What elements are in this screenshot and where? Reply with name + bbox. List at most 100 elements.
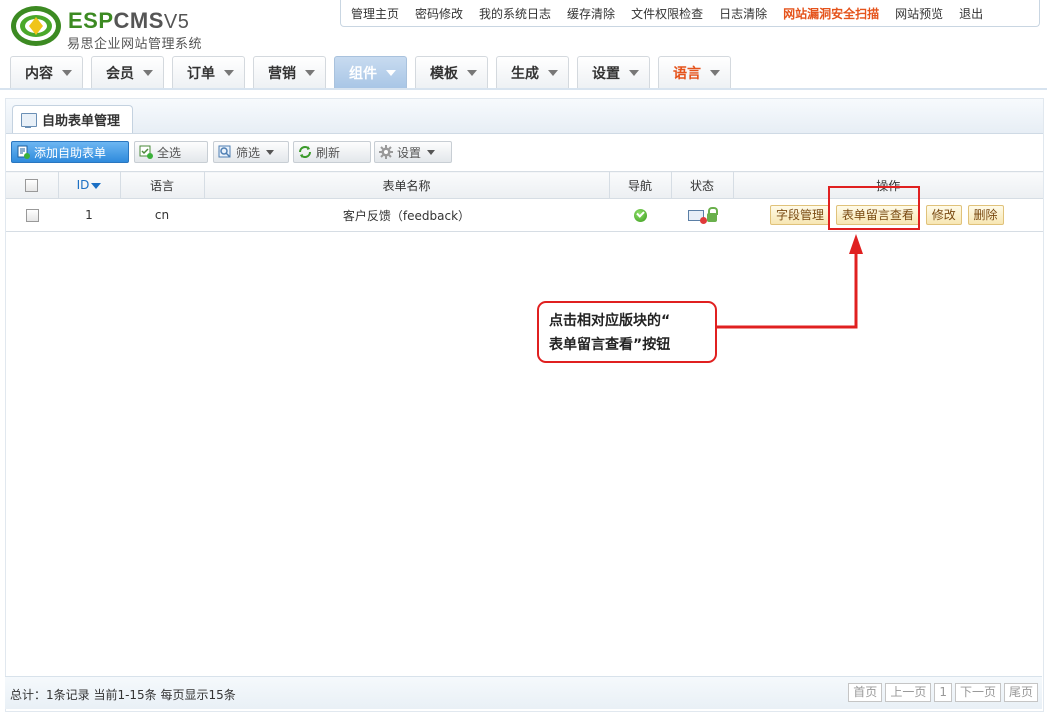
refresh-label: 刷新: [316, 145, 341, 160]
logo-brand-esp: ESP: [68, 8, 114, 33]
tab-label: 组件: [349, 65, 377, 82]
chevron-down-icon: [143, 69, 153, 76]
display-status-icon[interactable]: [687, 210, 707, 224]
settings-button[interactable]: 设置: [374, 141, 452, 163]
chevron-down-icon: [467, 69, 477, 76]
gear-icon: [379, 145, 393, 159]
row-language: cn: [120, 198, 204, 232]
chevron-down-icon: [62, 69, 72, 76]
filter-icon: [218, 145, 231, 158]
chevron-down-icon: [305, 69, 315, 76]
tab-template[interactable]: 模板: [415, 56, 488, 88]
tab-settings[interactable]: 设置: [577, 56, 650, 88]
add-form-icon: [17, 145, 30, 159]
page-tab-bar: 自助表单管理: [6, 99, 1043, 134]
record-summary: 总计：1条记录 当前1-15条 每页显示15条: [10, 688, 236, 702]
chevron-down-icon: [266, 149, 275, 155]
topnav-password[interactable]: 密码修改: [415, 5, 463, 22]
filter-button[interactable]: 筛选: [213, 141, 289, 163]
topnav-security-scan[interactable]: 网站漏洞安全扫描: [783, 5, 879, 22]
tab-label: 语言: [673, 65, 701, 82]
page-number[interactable]: 1: [934, 683, 952, 702]
topnav-preview[interactable]: 网站预览: [895, 5, 943, 22]
callout-line-1: 点击相对应版块的“: [549, 313, 671, 329]
column-status: 状态: [671, 171, 734, 199]
row-id: 1: [58, 198, 120, 232]
refresh-button[interactable]: 刷新: [293, 141, 371, 163]
select-all-label: 全选: [157, 145, 182, 160]
tab-generate[interactable]: 生成: [496, 56, 569, 88]
topnav-file-permission[interactable]: 文件权限检查: [631, 5, 703, 22]
header: ESPCMSV5 易思企业网站管理系统 管理主页 密码修改 我的系统日志 缓存清…: [0, 0, 1047, 90]
toolbar: 添加自助表单 全选 筛选 刷新 设置: [6, 139, 1043, 165]
select-all-button[interactable]: 全选: [134, 141, 208, 163]
header-checkbox[interactable]: [25, 179, 39, 192]
page-tab-form-management[interactable]: 自助表单管理: [12, 105, 134, 133]
tab-components[interactable]: 组件: [334, 56, 407, 88]
main-nav: 内容 会员 订单 营销 组件 模板 生成 设置 语言: [10, 56, 739, 88]
row-checkbox[interactable]: [25, 209, 39, 222]
check-circle-icon[interactable]: [633, 209, 647, 222]
refresh-icon: [299, 146, 311, 158]
tab-label: 营销: [268, 65, 296, 82]
tab-label: 生成: [511, 65, 539, 82]
field-management-button[interactable]: 字段管理: [770, 205, 831, 225]
top-nav: 管理主页 密码修改 我的系统日志 缓存清除 文件权限检查 日志清除 网站漏洞安全…: [340, 0, 1040, 27]
sort-desc-icon: [91, 182, 102, 189]
next-page-button[interactable]: 下一页: [954, 683, 1001, 702]
last-page-button[interactable]: 尾页: [1003, 683, 1038, 702]
chevron-down-icon: [548, 69, 558, 76]
tab-order[interactable]: 订单: [172, 56, 245, 88]
logo-subtitle: 易思企业网站管理系统: [67, 37, 203, 52]
add-form-button[interactable]: 添加自助表单: [11, 141, 129, 163]
tab-marketing[interactable]: 营销: [253, 56, 326, 88]
chevron-down-icon: [427, 149, 436, 155]
page-tab-label: 自助表单管理: [42, 114, 121, 129]
nav-divider: [0, 88, 1047, 90]
first-page-button[interactable]: 首页: [848, 683, 883, 702]
tab-content[interactable]: 内容: [10, 56, 83, 88]
logo-brand-version: V5: [163, 11, 190, 33]
chevron-down-icon: [224, 69, 234, 76]
unlock-icon[interactable]: [706, 207, 718, 222]
settings-label: 设置: [397, 145, 422, 160]
topnav-logout[interactable]: 退出: [959, 5, 983, 22]
tab-label: 设置: [592, 65, 620, 82]
monitor-icon: [21, 112, 37, 128]
delete-button[interactable]: 删除: [967, 205, 1004, 225]
column-form-name: 表单名称: [204, 171, 610, 199]
tab-label: 内容: [25, 65, 53, 82]
chevron-down-icon: [710, 69, 720, 76]
callout-line-2: 表单留言查看”按钮: [549, 337, 671, 353]
row-checkbox-cell: [6, 198, 58, 232]
tab-member[interactable]: 会员: [91, 56, 164, 88]
select-all-checkbox-cell: [6, 171, 59, 199]
column-id-label: ID: [76, 178, 90, 192]
column-id[interactable]: ID: [58, 171, 121, 199]
prev-page-button[interactable]: 上一页: [885, 683, 932, 702]
topnav-my-log[interactable]: 我的系统日志: [479, 5, 551, 22]
topnav-home[interactable]: 管理主页: [351, 5, 399, 22]
column-nav: 导航: [609, 171, 672, 199]
footer: 总计：1条记录 当前1-15条 每页显示15条 首页 上一页 1 下一页 尾页: [5, 676, 1042, 709]
filter-label: 筛选: [236, 145, 261, 160]
topnav-clear-cache[interactable]: 缓存清除: [567, 5, 615, 22]
tab-language[interactable]: 语言: [658, 56, 731, 88]
add-form-label: 添加自助表单: [34, 145, 107, 160]
logo-title: ESPCMSV5: [68, 8, 189, 34]
annotation-callout: 点击相对应版块的“ 表单留言查看”按钮: [537, 301, 717, 363]
topnav-clear-log[interactable]: 日志清除: [719, 5, 767, 22]
column-language: 语言: [120, 171, 205, 199]
logo-brand-cms: CMS: [113, 8, 164, 33]
row-status-cell: [671, 198, 733, 232]
row-nav-cell: [609, 198, 671, 232]
select-all-icon: [139, 145, 153, 159]
chevron-down-icon: [386, 69, 396, 76]
logo-mark-icon: [11, 6, 61, 46]
tab-label: 模板: [430, 65, 458, 82]
edit-button[interactable]: 修改: [925, 205, 962, 225]
tab-label: 会员: [106, 65, 134, 82]
logo: ESPCMSV5 易思企业网站管理系统: [10, 4, 220, 52]
row-form-name: 客户反馈（feedback）: [204, 198, 609, 232]
chevron-down-icon: [629, 69, 639, 76]
